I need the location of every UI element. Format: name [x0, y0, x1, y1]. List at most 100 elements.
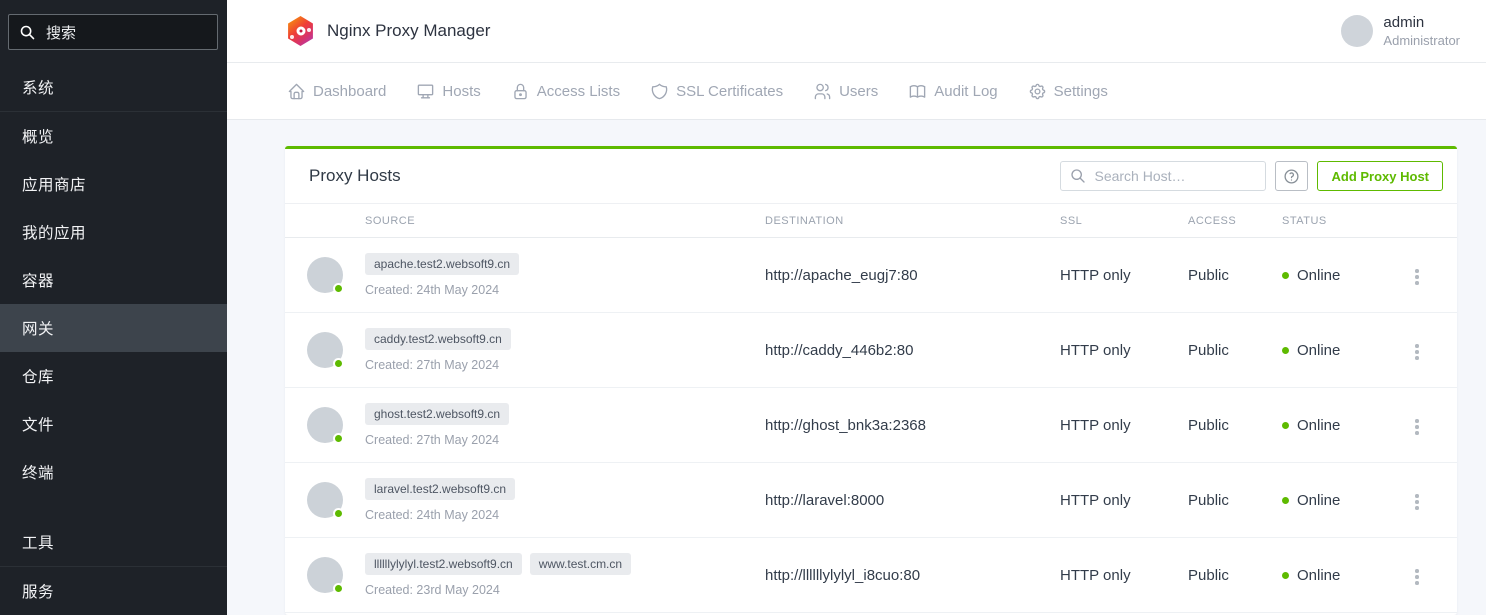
host-ssl: HTTP only [1060, 492, 1188, 509]
host-domains: apache.test2.websoft9.cn [365, 253, 765, 275]
sidebar-item[interactable]: 容器 [0, 256, 227, 304]
table-header: SOURCE DESTINATION SSL ACCESS STATUS [285, 203, 1457, 238]
host-avatar [307, 482, 343, 518]
domain-badge: www.test.cm.cn [530, 553, 631, 575]
tab-users[interactable]: Users [813, 82, 878, 101]
table-body: apache.test2.websoft9.cn Created: 24th M… [285, 238, 1457, 613]
tab-access-lists[interactable]: Access Lists [511, 82, 620, 101]
host-search-field[interactable] [1060, 161, 1266, 191]
help-button[interactable] [1275, 161, 1308, 191]
sidebar: 搜索 系统概览应用商店我的应用容器网关仓库文件终端工具服务 [0, 0, 227, 615]
host-access: Public [1188, 567, 1282, 584]
tab-audit-log[interactable]: Audit Log [908, 82, 997, 101]
app-title: Nginx Proxy Manager [327, 21, 490, 41]
row-menu-button[interactable] [1409, 338, 1425, 366]
sidebar-item[interactable]: 服务 [0, 567, 227, 615]
sidebar-item[interactable]: 终端 [0, 448, 227, 496]
app-brand: Nginx Proxy Manager [287, 16, 490, 46]
sidebar-item[interactable]: 我的应用 [0, 208, 227, 256]
sidebar-item[interactable]: 应用商店 [0, 160, 227, 208]
sidebar-search-placeholder: 搜索 [46, 22, 76, 43]
sidebar-item[interactable]: 文件 [0, 400, 227, 448]
host-created: Created: 24th May 2024 [365, 283, 765, 297]
host-domains: laravel.test2.websoft9.cn [365, 478, 765, 500]
tab-dashboard[interactable]: Dashboard [287, 82, 386, 101]
search-icon [1070, 168, 1086, 184]
users-icon [813, 82, 832, 101]
tab-label: Hosts [442, 83, 480, 100]
sidebar-item[interactable]: 仓库 [0, 352, 227, 400]
card-title: Proxy Hosts [309, 166, 401, 186]
host-ssl: HTTP only [1060, 567, 1188, 584]
proxy-hosts-card: Proxy Hosts Add Proxy Host [285, 146, 1457, 615]
add-proxy-host-button[interactable]: Add Proxy Host [1317, 161, 1443, 191]
host-domains: caddy.test2.websoft9.cn [365, 328, 765, 350]
user-avatar [1341, 15, 1373, 47]
host-created: Created: 23rd May 2024 [365, 583, 765, 597]
sidebar-item[interactable]: 概览 [0, 112, 227, 160]
tab-label: Access Lists [537, 83, 620, 100]
row-menu-button[interactable] [1409, 563, 1425, 591]
domain-badge: laravel.test2.websoft9.cn [365, 478, 515, 500]
content: Proxy Hosts Add Proxy Host [227, 120, 1486, 615]
host-avatar [307, 557, 343, 593]
user-menu[interactable]: admin Administrator [1341, 14, 1460, 48]
host-status-label: Online [1297, 492, 1340, 509]
card-header: Proxy Hosts Add Proxy Host [285, 149, 1457, 203]
sidebar-spacer [0, 496, 227, 518]
table-row[interactable]: caddy.test2.websoft9.cn Created: 27th Ma… [285, 313, 1457, 388]
host-destination: http://ghost_bnk3a:2368 [765, 417, 1060, 434]
host-ssl: HTTP only [1060, 342, 1188, 359]
host-avatar [307, 407, 343, 443]
sidebar-item[interactable]: 网关 [0, 304, 227, 352]
sidebar-search-input[interactable]: 搜索 [8, 14, 218, 50]
host-destination: http://llllllylylyl_i8cuo:80 [765, 567, 1060, 584]
tab-ssl-certificates[interactable]: SSL Certificates [650, 82, 783, 101]
shield-icon [650, 82, 669, 101]
host-online-dot [333, 583, 344, 594]
host-domains: ghost.test2.websoft9.cn [365, 403, 765, 425]
domain-badge: ghost.test2.websoft9.cn [365, 403, 509, 425]
online-dot [1282, 347, 1289, 354]
table-row[interactable]: ghost.test2.websoft9.cn Created: 27th Ma… [285, 388, 1457, 463]
help-icon [1283, 168, 1300, 185]
table-row[interactable]: laravel.test2.websoft9.cn Created: 24th … [285, 463, 1457, 538]
lock-icon [511, 82, 530, 101]
tab-settings[interactable]: Settings [1028, 82, 1108, 101]
row-menu-button[interactable] [1409, 413, 1425, 441]
sidebar-item[interactable]: 工具 [0, 518, 227, 566]
host-status-label: Online [1297, 567, 1340, 584]
table-row[interactable]: llllllylylyl.test2.websoft9.cnwww.test.c… [285, 538, 1457, 613]
nginx-proxy-manager-logo-icon [287, 16, 314, 46]
main-area: Nginx Proxy Manager admin Administrator … [227, 0, 1486, 615]
host-domains: llllllylylyl.test2.websoft9.cnwww.test.c… [365, 553, 765, 575]
book-icon [908, 82, 927, 101]
app-header: Nginx Proxy Manager admin Administrator [227, 0, 1486, 63]
home-icon [287, 82, 306, 101]
row-menu-button[interactable] [1409, 263, 1425, 291]
host-ssl: HTTP only [1060, 267, 1188, 284]
sidebar-item[interactable]: 系统 [0, 63, 227, 111]
host-created: Created: 24th May 2024 [365, 508, 765, 522]
tab-label: Dashboard [313, 83, 386, 100]
column-status: STATUS [1282, 215, 1409, 227]
host-search-input[interactable] [1094, 168, 1256, 184]
host-online-dot [333, 508, 344, 519]
sidebar-menu: 系统概览应用商店我的应用容器网关仓库文件终端工具服务 [0, 63, 227, 615]
monitor-icon [416, 82, 435, 101]
host-status: Online [1282, 342, 1409, 359]
host-online-dot [333, 283, 344, 294]
host-created: Created: 27th May 2024 [365, 433, 765, 447]
host-avatar [307, 332, 343, 368]
domain-badge: apache.test2.websoft9.cn [365, 253, 519, 275]
domain-badge: caddy.test2.websoft9.cn [365, 328, 511, 350]
host-status: Online [1282, 492, 1409, 509]
gear-icon [1028, 82, 1047, 101]
table-row[interactable]: apache.test2.websoft9.cn Created: 24th M… [285, 238, 1457, 313]
tab-hosts[interactable]: Hosts [416, 82, 480, 101]
host-status-label: Online [1297, 417, 1340, 434]
column-ssl: SSL [1060, 215, 1188, 227]
host-access: Public [1188, 342, 1282, 359]
online-dot [1282, 572, 1289, 579]
row-menu-button[interactable] [1409, 488, 1425, 516]
